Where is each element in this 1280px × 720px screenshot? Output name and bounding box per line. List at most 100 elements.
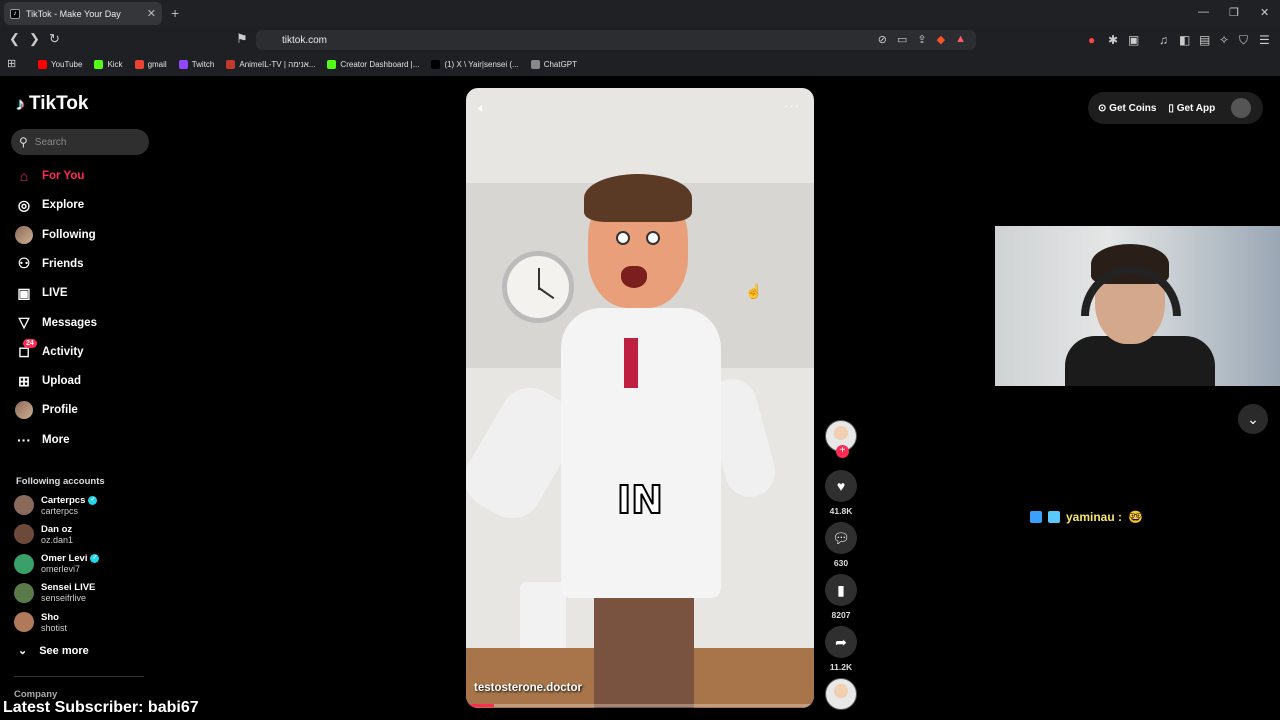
bookmark-item[interactable]: Kick — [94, 59, 123, 69]
nav-item-following[interactable]: Following — [15, 224, 155, 246]
get-coins-button[interactable]: ⊙ Get Coins — [1098, 103, 1156, 114]
doctor-legs — [594, 588, 694, 708]
search-input[interactable]: ⚲ Search — [11, 129, 149, 155]
upload-icon: ⊞ — [18, 372, 30, 389]
brave-rewards-icon[interactable]: ▲ — [955, 33, 966, 46]
save-button[interactable]: ▮ 8207 — [824, 574, 858, 620]
nav-item-explore[interactable]: ◎ Explore — [15, 194, 155, 216]
anime-icon — [226, 59, 236, 69]
window-close-icon[interactable]: ✕ — [1260, 6, 1269, 19]
nav-item-more[interactable]: ··· More — [15, 429, 155, 451]
following-accounts-title: Following accounts — [16, 476, 105, 487]
vpn-icon[interactable]: ⛉ — [1239, 33, 1248, 48]
kick-icon — [327, 59, 337, 69]
leo-icon[interactable]: ✧ — [1219, 33, 1229, 47]
sidebar-toggle-icon[interactable]: ◧ — [1179, 33, 1190, 47]
profile-avatar-icon — [15, 401, 33, 420]
video-progress[interactable] — [466, 704, 814, 707]
bookmark-item[interactable]: ChatGPT — [530, 59, 577, 69]
record-extension-icon[interactable]: ● — [1088, 33, 1095, 47]
volume-icon[interactable]: 🔈︎ — [478, 100, 486, 116]
nav-item-upload[interactable]: ⊞ Upload — [15, 370, 155, 392]
doctor-eye — [616, 231, 630, 245]
following-account[interactable]: Omer Levi ✓ omerlevi7 — [14, 551, 154, 577]
phone-icon: ▯ — [1168, 102, 1177, 114]
doctor-eye — [646, 231, 660, 245]
chevron-down-icon: ⌄ — [1247, 411, 1259, 427]
following-account[interactable]: Sensei LIVE senseifrlive — [14, 580, 154, 606]
bookmark-icon[interactable]: ⚑ — [236, 31, 248, 47]
sound-avatar — [825, 678, 857, 710]
next-video-button[interactable]: ⌄ — [1238, 404, 1268, 434]
more-options-icon[interactable]: ··· — [784, 98, 800, 113]
nav-item-profile[interactable]: Profile — [15, 399, 155, 421]
tiktok-logo[interactable]: ♪ TikTok — [16, 93, 88, 115]
search-placeholder: Search — [34, 136, 67, 148]
avatar — [14, 553, 34, 574]
share-icon[interactable]: ⇪ — [917, 33, 926, 46]
back-icon[interactable]: ❮ — [9, 31, 20, 47]
bookmark-item[interactable]: Creator Dashboard |... — [327, 59, 419, 69]
profile-avatar[interactable] — [1231, 98, 1252, 118]
browser-tab[interactable]: ♪ TikTok - Make Your Day ✕ — [4, 2, 162, 25]
new-tab-icon[interactable]: + — [171, 5, 179, 21]
chevron-down-icon: ⌄ — [18, 645, 28, 657]
reload-icon[interactable]: ↻ — [49, 31, 60, 47]
bookmarks-bar: YouTube Kick gmail Twitch AnimeIL-TV | אנימה… — [0, 53, 1280, 75]
nav-item-messages[interactable]: ▽ Messages — [15, 312, 155, 334]
translate-icon[interactable]: ⊘ — [878, 33, 887, 46]
activity-icon: ◻ 24 — [15, 339, 37, 360]
get-app-button[interactable]: ▯ Get App — [1168, 103, 1215, 114]
creator-avatar[interactable]: + — [824, 420, 858, 458]
music-disc[interactable] — [824, 678, 858, 710]
screenshot-icon[interactable]: ▣ — [1128, 33, 1139, 47]
avatar — [14, 524, 34, 545]
avatar — [14, 495, 34, 515]
bookmark-item[interactable]: (1) X \ Yair|sensei (... — [431, 59, 519, 69]
nav-item-for-you[interactable]: ⌂ For You — [15, 165, 155, 187]
extensions-icon[interactable]: ✱ — [1108, 33, 1118, 47]
wall-clock — [502, 251, 574, 323]
brave-shield-icon[interactable]: ◆ — [937, 33, 945, 46]
x-icon — [431, 59, 441, 69]
verified-icon: ✓ — [88, 495, 98, 505]
chat-message: yaminau : 🤓 — [1030, 510, 1143, 524]
browser-chrome: ♪ TikTok - Make Your Day ✕ + — ❐ ✕ ❮ ❯ ↻… — [0, 0, 1280, 76]
follow-plus-icon[interactable]: + — [836, 445, 849, 458]
tab-bar: ♪ TikTok - Make Your Day ✕ + — ❐ ✕ — [0, 0, 1280, 27]
restore-icon[interactable]: ❐ — [1229, 6, 1239, 19]
address-bar[interactable]: tiktok.com ⊘ ▭ ⇪ ◆ ▲ — [256, 30, 976, 50]
heart-icon: ♥ — [825, 470, 857, 502]
friends-icon: ⚇ — [17, 255, 31, 272]
video-player[interactable]: IN 🔈︎ ··· testosterone.doctor — [466, 88, 814, 708]
webcam-overlay — [995, 226, 1280, 386]
wallet-icon[interactable]: ▤ — [1199, 33, 1210, 47]
tab-close-icon[interactable]: ✕ — [147, 7, 156, 20]
like-button[interactable]: ♥ 41.8K — [824, 470, 858, 516]
bookmark-item[interactable]: YouTube — [38, 59, 82, 69]
emote-icon: 🤓 — [1128, 510, 1143, 524]
see-more-button[interactable]: ⌄ See more — [18, 644, 89, 658]
comment-button[interactable]: 💬︎ 630 — [824, 522, 858, 568]
gmail-icon — [134, 59, 144, 69]
bookmark-item[interactable]: AnimeIL-TV | אנימה... — [226, 59, 315, 69]
music-icon[interactable]: ♫ — [1159, 33, 1168, 47]
bookmark-item[interactable]: gmail — [134, 59, 167, 69]
nav-item-activity[interactable]: ◻ 24 Activity — [15, 339, 155, 363]
following-account[interactable]: Sho shotist — [14, 609, 154, 635]
following-account[interactable]: Carterpcs ✓ carterpcs — [14, 492, 154, 518]
video-author[interactable]: testosterone.doctor — [474, 682, 582, 694]
bookmark-item[interactable]: Twitch — [178, 59, 214, 69]
minimize-icon[interactable]: — — [1198, 6, 1209, 18]
cast-icon[interactable]: ▭ — [897, 33, 907, 46]
comment-count: 630 — [833, 558, 849, 568]
url-text[interactable]: tiktok.com — [282, 35, 327, 46]
forward-icon[interactable]: ❯ — [29, 31, 40, 47]
messages-icon: ▽ — [18, 314, 30, 330]
nav-item-live[interactable]: ▣ LIVE — [15, 282, 155, 304]
menu-icon[interactable]: ☰ — [1259, 33, 1270, 47]
following-account[interactable]: Dan oz oz.dan1 — [14, 521, 154, 547]
share-button[interactable]: ➦ 11.2K — [824, 626, 858, 672]
chatgpt-icon — [530, 59, 540, 69]
nav-item-friends[interactable]: ⚇ Friends — [15, 253, 155, 275]
